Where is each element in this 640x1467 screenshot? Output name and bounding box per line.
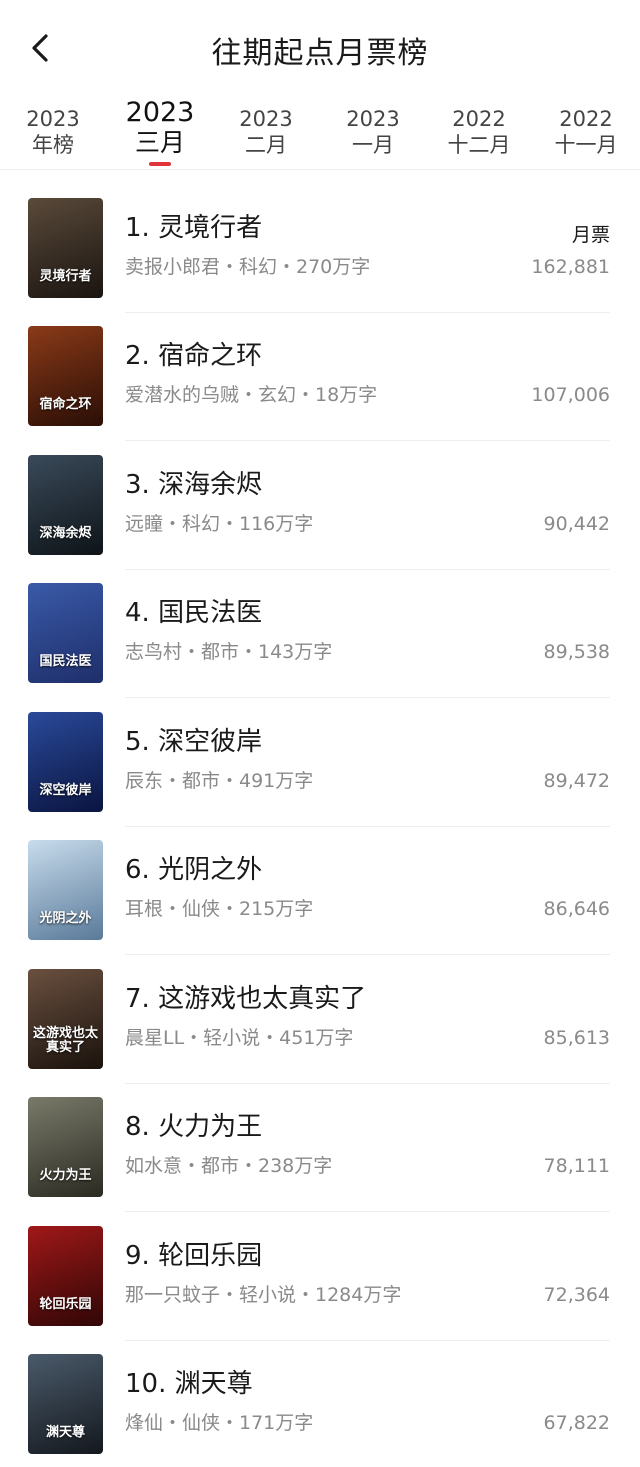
book-title: 7. 这游戏也太真实了 [125,984,367,1014]
monthly-votes: 162,881 [531,256,610,278]
book-title: 4. 国民法医 [125,598,263,628]
cover-title: 渊天尊 [45,1425,85,1440]
active-tab-indicator [149,162,171,166]
tab-month: 二月 [245,133,287,157]
tab-month: 十二月 [447,133,511,157]
book-cover: 轮回乐园 [28,1226,103,1326]
monthly-votes: 67,822 [543,1412,610,1434]
cover-title: 这游戏也太真实了 [32,1026,98,1055]
tab-2022-november[interactable]: 2022 十一月 [541,106,631,158]
book-meta: 爱潜水的乌贼・玄幻・18万字 [125,384,378,406]
book-title: 1. 灵境行者 [125,213,263,243]
book-title: 5. 深空彼岸 [125,727,263,757]
cover-title: 火力为王 [39,1168,92,1183]
book-cover: 灵境行者 [28,198,103,298]
monthly-votes: 90,442 [543,513,610,535]
tab-2023-march[interactable]: 2023 三月 [115,98,205,166]
cover-title: 灵境行者 [39,269,92,284]
book-cover: 光阴之外 [28,840,103,940]
book-row[interactable]: 宿命之环 2. 宿命之环 爱潜水的乌贼・玄幻・18万字 107,006 [0,298,640,441]
book-title: 3. 深海余烬 [125,470,263,500]
book-row[interactable]: 火力为王 8. 火力为王 如水意・都市・238万字 78,111 [0,1069,640,1212]
tab-2023-january[interactable]: 2023 一月 [328,106,418,158]
book-meta: 耳根・仙侠・215万字 [125,898,314,920]
book-meta: 烽仙・仙侠・171万字 [125,1412,314,1434]
cover-title: 国民法医 [39,654,92,669]
tab-year: 2023 [346,107,400,131]
cover-title: 深空彼岸 [39,783,92,798]
book-title: 10. 渊天尊 [125,1369,253,1399]
book-meta: 志鸟村・都市・143万字 [125,641,333,663]
monthly-votes: 107,006 [531,384,610,406]
tab-2022-december[interactable]: 2022 十二月 [434,106,524,158]
monthly-votes: 78,111 [543,1155,610,1177]
book-title: 6. 光阴之外 [125,855,263,885]
votes-label: 月票 [571,224,610,246]
app-header: 往期起点月票榜 [0,0,640,96]
book-title: 8. 火力为王 [125,1112,263,1142]
cover-title: 光阴之外 [39,911,92,926]
tab-month: 三月 [134,128,185,157]
monthly-votes: 89,472 [543,770,610,792]
book-cover: 深空彼岸 [28,712,103,812]
book-row[interactable]: 光阴之外 6. 光阴之外 耳根・仙侠・215万字 86,646 [0,812,640,955]
cover-title: 深海余烬 [39,526,92,541]
book-row[interactable]: 轮回乐园 9. 轮回乐园 那一只蚊子・轻小说・1284万字 72,364 [0,1198,640,1341]
book-meta: 远瞳・科幻・116万字 [125,513,314,535]
tab-month: 十一月 [554,133,618,157]
book-meta: 晨星LL・轻小说・451万字 [125,1027,354,1049]
tab-month: 年榜 [32,133,74,157]
monthly-votes: 89,538 [543,641,610,663]
tab-year: 2022 [559,107,613,131]
book-meta: 卖报小郎君・科幻・270万字 [125,256,371,278]
tab-year: 2023 [125,97,195,128]
book-row[interactable]: 深空彼岸 5. 深空彼岸 辰东・都市・491万字 89,472 [0,684,640,827]
book-cover: 国民法医 [28,583,103,683]
book-row[interactable]: 渊天尊 10. 渊天尊 烽仙・仙侠・171万字 67,822 [0,1326,640,1454]
book-cover: 深海余烬 [28,455,103,555]
book-row[interactable]: 国民法医 4. 国民法医 志鸟村・都市・143万字 89,538 [0,555,640,698]
book-cover: 宿命之环 [28,326,103,426]
book-cover: 这游戏也太真实了 [28,969,103,1069]
tab-year: 2023 [26,107,80,131]
monthly-votes: 72,364 [543,1284,610,1306]
book-meta: 如水意・都市・238万字 [125,1155,333,1177]
book-title: 2. 宿命之环 [125,341,263,371]
book-row[interactable]: 这游戏也太真实了 7. 这游戏也太真实了 晨星LL・轻小说・451万字 85,6… [0,941,640,1084]
page-title: 往期起点月票榜 [211,36,429,71]
tab-year: 2023 [239,107,293,131]
tab-2023-annual[interactable]: 2023 年榜 [8,106,98,158]
monthly-votes: 86,646 [543,898,610,920]
cover-title: 轮回乐园 [39,1297,92,1312]
monthly-votes: 85,613 [543,1027,610,1049]
cover-title: 宿命之环 [39,397,92,412]
tab-month: 一月 [352,133,394,157]
tab-year: 2022 [452,107,506,131]
book-cover: 火力为王 [28,1097,103,1197]
tab-2023-february[interactable]: 2023 二月 [221,106,311,158]
period-tabs: 2023 年榜 2023 三月 2023 二月 2023 一月 2022 十二月… [0,96,640,170]
book-row[interactable]: 灵境行者 1. 灵境行者 月票 卖报小郎君・科幻・270万字 162,881 [0,170,640,313]
book-meta: 辰东・都市・491万字 [125,770,314,792]
book-title: 9. 轮回乐园 [125,1241,263,1271]
book-cover: 渊天尊 [28,1354,103,1454]
book-meta: 那一只蚊子・轻小说・1284万字 [125,1284,402,1306]
book-row[interactable]: 深海余烬 3. 深海余烬 远瞳・科幻・116万字 90,442 [0,427,640,570]
